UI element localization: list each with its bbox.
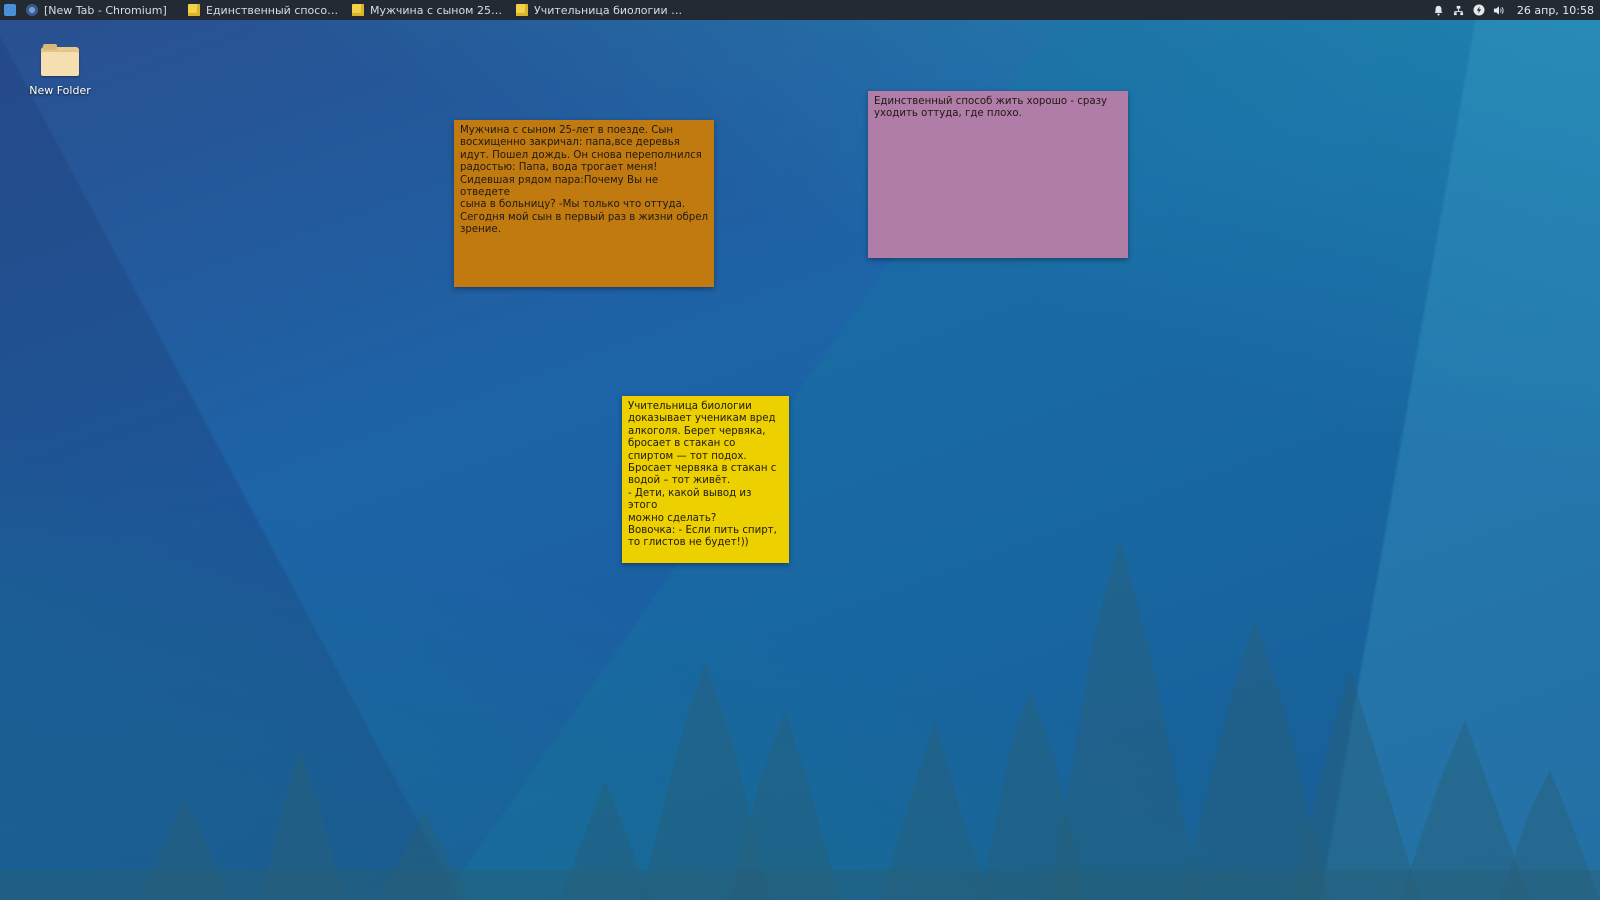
sticky-note-icon bbox=[352, 4, 364, 16]
chromium-icon bbox=[26, 4, 38, 16]
task-title: Единственный способ жит... bbox=[206, 3, 340, 17]
power-icon[interactable] bbox=[1473, 4, 1485, 16]
sticky-note[interactable]: Учительница биологии доказывает ученикам… bbox=[622, 396, 789, 563]
wallpaper-facet bbox=[0, 0, 1600, 900]
taskbar: [New Tab - Chromium] Единственный способ… bbox=[0, 0, 1600, 20]
wallpaper-facet bbox=[0, 0, 1600, 900]
task-button-note-1[interactable]: Единственный способ жит... bbox=[182, 0, 346, 20]
task-button-note-3[interactable]: Учительница биологии до... bbox=[510, 0, 692, 20]
applications-menu-icon[interactable] bbox=[4, 4, 16, 16]
clock[interactable]: 26 апр, 10:58 bbox=[1517, 4, 1594, 17]
sticky-note[interactable]: Единственный способ жить хорошо - сразу … bbox=[868, 91, 1128, 258]
wallpaper-trees bbox=[0, 540, 1600, 900]
desktop-item-new-folder[interactable]: New Folder bbox=[24, 44, 96, 97]
sticky-note[interactable]: Мужчина с сыном 25-лет в поезде. Сын вос… bbox=[454, 120, 714, 287]
task-button-chromium[interactable]: [New Tab - Chromium] bbox=[20, 0, 182, 20]
bell-icon[interactable] bbox=[1433, 4, 1445, 16]
sticky-note-icon bbox=[516, 4, 528, 16]
task-title: [New Tab - Chromium] bbox=[44, 3, 167, 17]
network-icon[interactable] bbox=[1453, 4, 1465, 16]
folder-icon bbox=[41, 44, 79, 76]
task-title: Мужчина с сыном 25-лет в... bbox=[370, 3, 504, 17]
desktop-item-label: New Folder bbox=[29, 84, 91, 97]
volume-icon[interactable] bbox=[1493, 4, 1505, 16]
task-title: Учительница биологии до... bbox=[534, 3, 686, 17]
sticky-note-icon bbox=[188, 4, 200, 16]
wallpaper-facet bbox=[0, 0, 1600, 900]
task-button-note-2[interactable]: Мужчина с сыном 25-лет в... bbox=[346, 0, 510, 20]
system-tray: 26 апр, 10:58 bbox=[1433, 4, 1600, 17]
wallpaper-facet bbox=[0, 0, 1600, 900]
